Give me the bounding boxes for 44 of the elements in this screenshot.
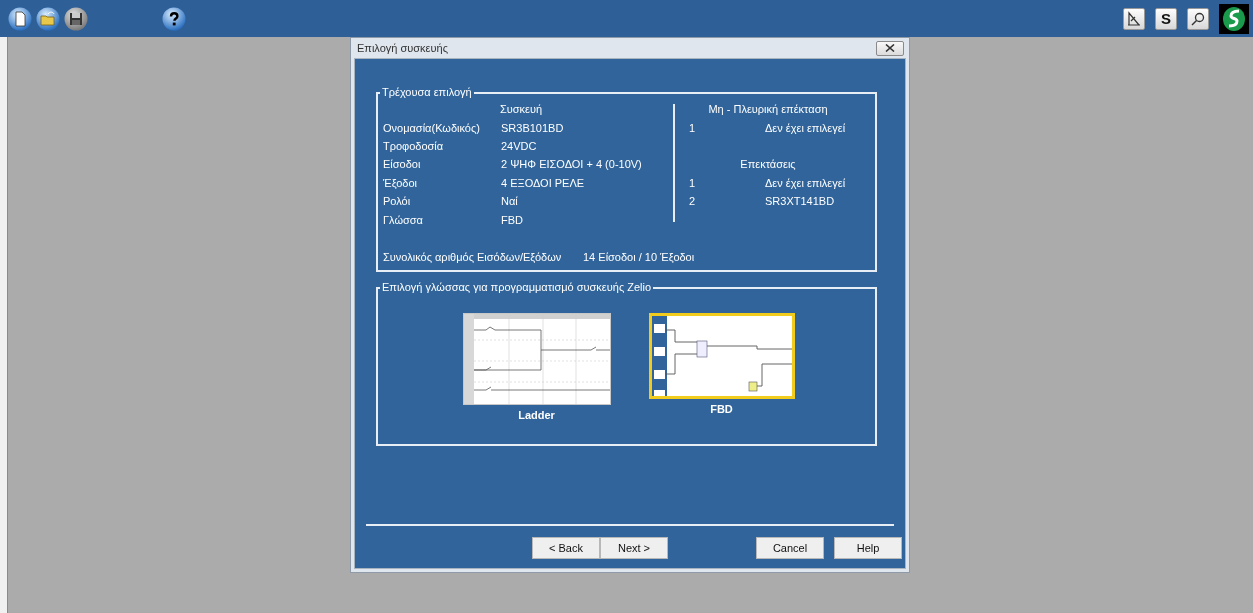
property-value: 4 ΕΞΟΔΟΙ ΡΕΛΕ bbox=[501, 176, 586, 189]
property-label: Είσοδοι bbox=[383, 158, 422, 171]
dialog-title: Επιλογή συσκευής bbox=[357, 42, 448, 54]
property-label: Έξοδοι bbox=[383, 176, 419, 189]
slot-number: 2 bbox=[689, 195, 697, 208]
extension-value: Δεν έχει επιλεγεί bbox=[765, 121, 847, 134]
slot-number: 1 bbox=[689, 176, 697, 189]
property-value: 24VDC bbox=[501, 139, 538, 152]
new-document-icon[interactable] bbox=[8, 6, 32, 31]
property-label: Ρολόι bbox=[383, 195, 412, 208]
group-legend: Τρέχουσα επιλογή bbox=[380, 86, 474, 98]
group-legend: Επιλογή γλώσσας για προγραμματισμό συσκευής Zelio bbox=[380, 281, 654, 293]
extension-value: Δεν έχει επιλεγεί bbox=[765, 176, 847, 189]
language-label: FBD bbox=[710, 403, 733, 415]
language-label: Ladder bbox=[518, 409, 555, 421]
property-value: 2 ΨΗΦ ΕΙΣΟΔΟΙ + 4 (0-10V) bbox=[501, 158, 643, 171]
open-folder-icon[interactable] bbox=[36, 6, 60, 31]
property-label: Ονομασία(Κωδικός) bbox=[383, 121, 481, 134]
extension-value: SR3XT141BD bbox=[765, 195, 836, 208]
dialog-button[interactable]: Help bbox=[834, 537, 902, 559]
dialog-button[interactable]: Cancel bbox=[756, 537, 824, 559]
dialog-button[interactable]: Next > bbox=[600, 537, 668, 559]
dialog-button[interactable]: < Back bbox=[532, 537, 600, 559]
logo-icon[interactable] bbox=[1219, 3, 1249, 34]
total-value: 14 Είσοδοι / 10 Έξοδοι bbox=[583, 250, 695, 263]
column-header: Μη - Πλευρική επέκταση bbox=[707, 103, 829, 116]
property-label: Τροφοδοσία bbox=[383, 139, 445, 152]
column-header: Συσκευή bbox=[499, 103, 544, 116]
slot-number: 1 bbox=[689, 121, 697, 134]
close-icon bbox=[885, 44, 895, 52]
property-value: Ναί bbox=[501, 195, 519, 208]
column-header: Επεκτάσεις bbox=[739, 158, 797, 171]
drafting-tool-icon bbox=[1126, 10, 1142, 27]
property-value: SR3B101BD bbox=[501, 121, 565, 134]
close-button[interactable] bbox=[876, 40, 904, 56]
property-label: Γλώσσα bbox=[383, 213, 424, 226]
property-value: FBD bbox=[501, 213, 524, 226]
total-label: Συνολικός αριθμός Εισόδων/Εξόδων bbox=[383, 250, 563, 263]
function-block-diagram-drawing[interactable] bbox=[648, 313, 795, 399]
help-icon[interactable] bbox=[162, 6, 186, 31]
search-icon bbox=[1190, 10, 1206, 27]
drafting-tool-button[interactable] bbox=[1123, 7, 1145, 30]
search-button[interactable] bbox=[1187, 7, 1209, 30]
s-button[interactable]: S bbox=[1155, 7, 1177, 30]
